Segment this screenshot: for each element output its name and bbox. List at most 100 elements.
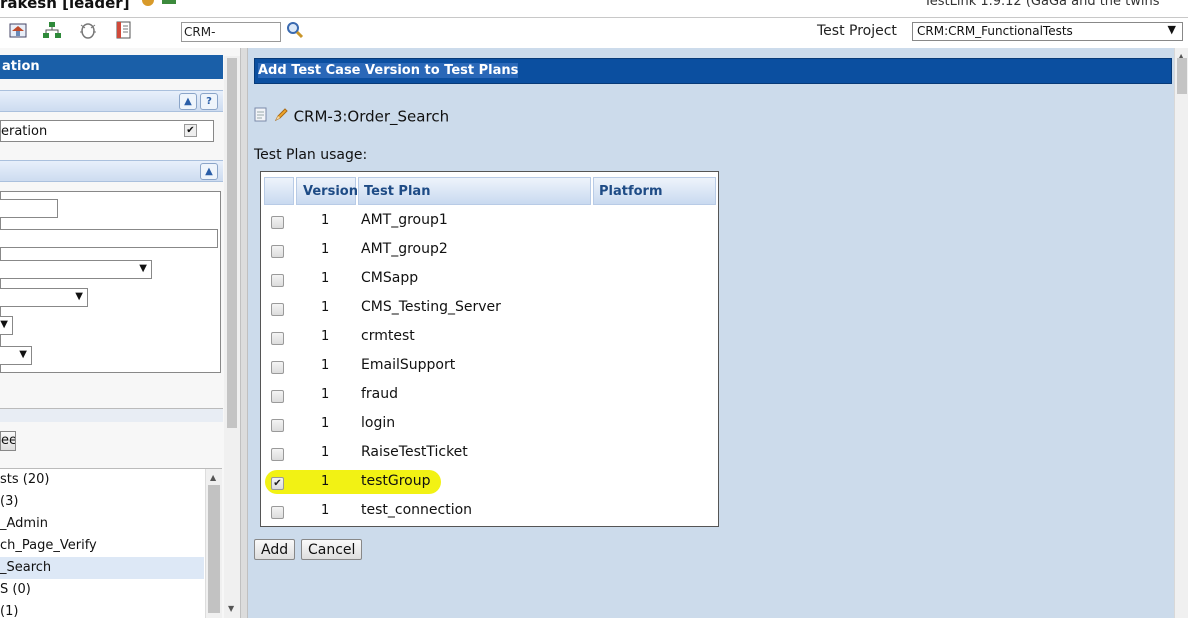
filter-select[interactable]: ▼ — [0, 346, 32, 365]
table-row: 1 test_connection — [261, 497, 720, 526]
chevron-down-icon: ▼ — [1167, 23, 1176, 36]
test-plan-cell: test_connection — [361, 502, 473, 518]
plan-checkbox[interactable] — [271, 506, 284, 519]
top-bar: rakesh [leader] TestLink 1.9.12 (GaGa an… — [0, 0, 1188, 48]
test-plan-cell: RaiseTestTicket — [361, 444, 468, 460]
home-icon[interactable] — [8, 20, 28, 40]
scroll-up-icon[interactable]: ▲ — [210, 473, 216, 482]
test-plan-cell: AMT_group1 — [361, 212, 448, 228]
main-panel: Add Test Case Version to Test Plans CRM-… — [248, 48, 1174, 618]
add-button[interactable]: Add — [254, 539, 296, 560]
toolbar-icons-strip — [142, 0, 176, 6]
table-row: 1 AMT_group1 — [261, 207, 720, 236]
version-cell: 1 — [321, 300, 330, 315]
tree-item[interactable]: _Admin — [0, 513, 204, 535]
panel-splitter[interactable] — [240, 48, 248, 618]
plan-checkbox[interactable] — [271, 361, 284, 374]
tree-item[interactable]: sts (20) — [0, 469, 204, 491]
tree-item-selected[interactable]: _Search — [0, 557, 204, 579]
table-row: 1 fraud — [261, 381, 720, 410]
test-plan-cell: testGroup — [361, 473, 431, 489]
tree-icon[interactable] — [42, 20, 62, 40]
document-icon[interactable] — [114, 20, 134, 40]
divider — [0, 17, 1188, 18]
plan-checkbox[interactable] — [271, 245, 284, 258]
left-panel-scrollbar[interactable]: ▼ — [224, 56, 240, 618]
platform-column-header[interactable]: Platform — [593, 177, 716, 205]
chevron-down-icon: ▼ — [19, 349, 27, 360]
bug-icon[interactable] — [78, 20, 98, 40]
version-column-header[interactable]: Version — [296, 177, 358, 205]
search-input[interactable] — [181, 22, 281, 42]
test-case-line: CRM-3:Order_Search — [254, 107, 449, 127]
table-row: 1 login — [261, 410, 720, 439]
setting-row: eration ✔ — [0, 120, 214, 142]
filter-select[interactable]: ▼ — [0, 316, 13, 335]
version-cell: 1 — [321, 358, 330, 373]
tree-item[interactable]: (3) — [0, 491, 204, 513]
plan-checkbox[interactable] — [271, 390, 284, 403]
filter-input[interactable] — [0, 199, 58, 218]
test-plan-cell: login — [361, 415, 396, 431]
plan-checkbox[interactable] — [271, 419, 284, 432]
pencil-icon[interactable] — [273, 107, 289, 127]
version-cell: 1 — [321, 329, 330, 344]
collapse-icon[interactable]: ▲ — [179, 93, 197, 110]
left-panel: ation ▲ ? eration ✔ ▲ ▼ ▼ ▼ ▼ ee sts (20… — [0, 48, 240, 618]
tree-button[interactable]: ee — [0, 431, 16, 451]
test-plan-cell: crmtest — [361, 328, 415, 344]
collapse-icon[interactable]: ▲ — [200, 163, 218, 180]
setting-checkbox[interactable]: ✔ — [184, 124, 197, 137]
filter-input[interactable] — [0, 229, 218, 248]
user-label: rakesh [leader] — [0, 0, 130, 12]
test-case-tree: sts (20) (3) _Admin ch_Page_Verify _Sear… — [0, 468, 222, 618]
version-cell: 1 — [321, 445, 330, 460]
plan-checkbox[interactable] — [271, 332, 284, 345]
tree-button-label: ee — [1, 433, 16, 448]
scroll-down-icon[interactable]: ▼ — [228, 604, 234, 613]
setting-row-label: eration — [1, 124, 48, 139]
chevron-down-icon: ▼ — [75, 291, 83, 302]
cancel-button[interactable]: Cancel — [301, 539, 363, 560]
main-scrollbar[interactable]: ▲ — [1174, 48, 1188, 618]
test-plan-table: Version Test Plan Platform 1 AMT_group1 1 A… — [260, 171, 719, 527]
version-cell: 1 — [321, 271, 330, 286]
chevron-down-icon: ▼ — [139, 263, 147, 274]
test-project-select[interactable]: CRM:CRM_FunctionalTests ▼ — [912, 22, 1183, 41]
table-row: 1 EmailSupport — [261, 352, 720, 381]
plan-checkbox[interactable]: ✔ — [271, 477, 284, 490]
tree-item[interactable]: ch_Page_Verify — [0, 535, 204, 557]
settings-section-bar: ▲ ? — [0, 90, 223, 112]
tree-item[interactable]: S (0) — [0, 579, 204, 601]
test-plan-cell: EmailSupport — [361, 357, 456, 373]
test-plan-cell: fraud — [361, 386, 399, 402]
tree-item[interactable]: (1) — [0, 601, 204, 618]
section-divider — [0, 408, 223, 422]
scroll-thumb[interactable] — [1177, 58, 1187, 94]
chevron-down-icon: ▼ — [0, 319, 8, 330]
table-row: 1 CMS_Testing_Server — [261, 294, 720, 323]
tree-scrollbar[interactable]: ▲ — [205, 469, 222, 618]
plan-checkbox[interactable] — [271, 216, 284, 229]
test-plan-column-header[interactable]: Test Plan — [358, 177, 591, 205]
document-icon — [254, 107, 268, 127]
scroll-thumb[interactable] — [227, 58, 237, 428]
test-case-name: CRM-3:Order_Search — [293, 107, 450, 126]
test-project-value: CRM:CRM_FunctionalTests — [917, 24, 1073, 38]
table-row: 1 AMT_group2 — [261, 236, 720, 265]
plan-checkbox[interactable] — [271, 303, 284, 316]
version-cell: 1 — [321, 242, 330, 257]
plan-checkbox[interactable] — [271, 448, 284, 461]
scroll-thumb[interactable] — [208, 485, 220, 613]
app-title: TestLink 1.9.12 (GaGa and the twins — [924, 0, 1160, 9]
select-column-header — [264, 177, 294, 205]
plan-checkbox[interactable] — [271, 274, 284, 287]
help-icon[interactable]: ? — [200, 93, 218, 110]
filters-box: ▼ ▼ ▼ ▼ — [0, 191, 221, 373]
page-title-text: Add Test Case Version to Test Plans — [258, 63, 519, 78]
filter-select[interactable]: ▼ — [0, 260, 152, 279]
search-icon[interactable] — [286, 21, 304, 43]
filter-select[interactable]: ▼ — [0, 288, 88, 307]
version-cell: 1 — [321, 387, 330, 402]
table-row: ✔ 1 testGroup — [261, 468, 720, 497]
